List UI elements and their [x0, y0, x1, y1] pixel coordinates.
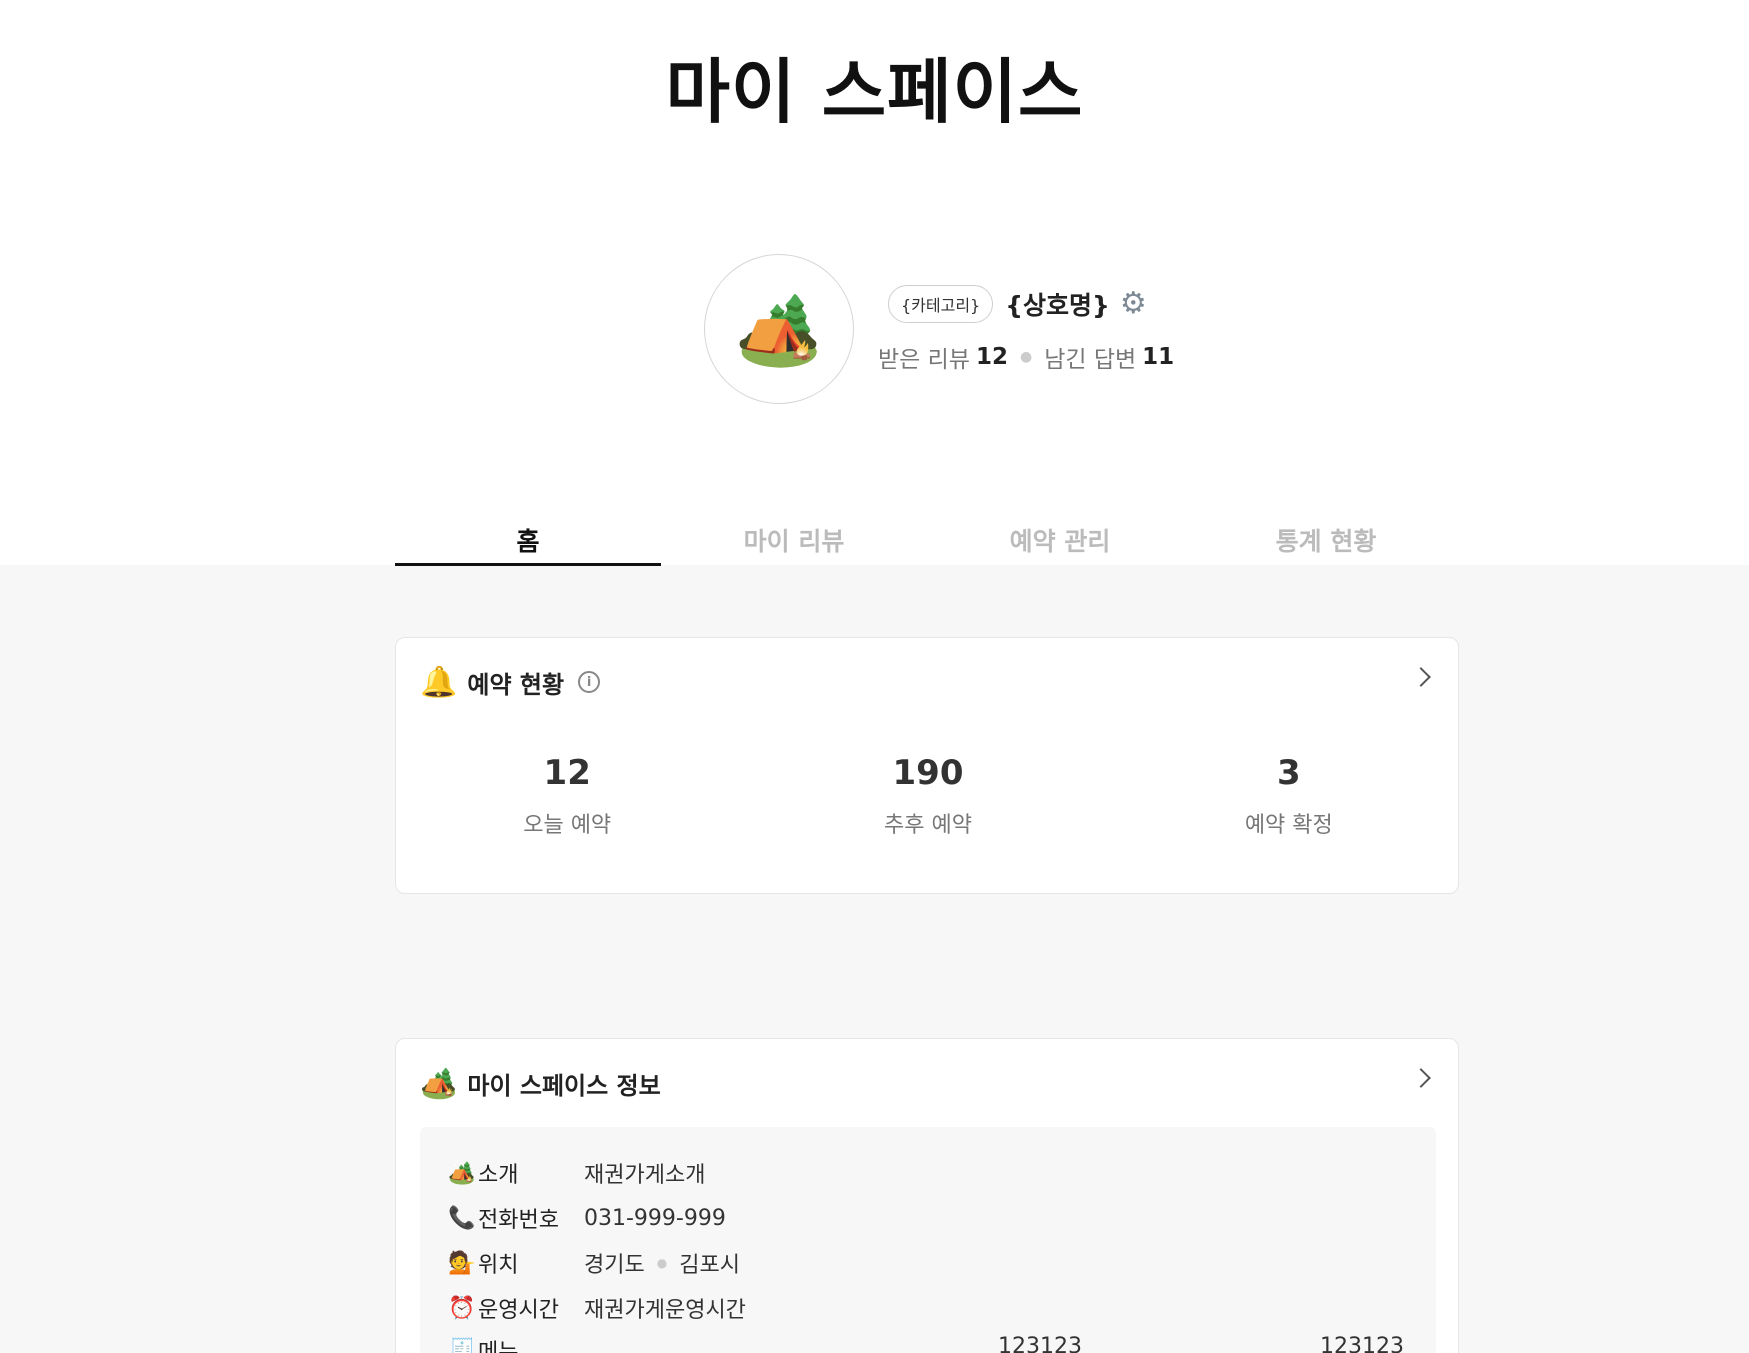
tab-bar: 홈 마이 리뷰 예약 관리 통계 현황: [395, 522, 1459, 566]
tab-my-review[interactable]: 마이 리뷰: [661, 522, 927, 566]
info-value: 031-999-999: [584, 1205, 726, 1231]
stat-upcoming[interactable]: 190 추후 예약: [738, 753, 1117, 839]
menu-price: 123123: [998, 1334, 1082, 1353]
space-info-title: 마이 스페이스 정보: [467, 1071, 661, 1100]
info-icon[interactable]: i: [578, 671, 601, 693]
stat-confirmed[interactable]: 3 예약 확정: [1118, 753, 1460, 839]
alarm-clock-icon: ⏰: [448, 1295, 476, 1321]
info-key: 전화번호: [478, 1208, 559, 1233]
chevron-right-icon[interactable]: [1411, 1068, 1431, 1088]
reservation-card-header: 🔔 예약 현황 i: [420, 662, 601, 702]
reservation-title: 예약 현황: [467, 670, 565, 699]
stat-label: 추후 예약: [884, 813, 972, 838]
bell-icon: 🔔: [420, 664, 458, 700]
space-info-card: 🏕️ 마이 스페이스 정보 🏕️ 소개 재권가게소개 📞 전화번호 031-99…: [395, 1038, 1459, 1353]
profile-stats: 받은 리뷰 12 ● 남긴 답변 11: [878, 340, 1174, 374]
stat-today[interactable]: 12 오늘 예약: [396, 753, 738, 839]
gear-icon[interactable]: ⚙: [1120, 289, 1147, 319]
profile-name-row: {카테고리} {상호명} ⚙: [888, 284, 1147, 324]
info-value: 재권가게소개: [584, 1163, 706, 1188]
reservation-card: 🔔 예약 현황 i 12 오늘 예약 190 추후 예약 3 예약 확정: [395, 637, 1459, 894]
avatar[interactable]: 🏕️: [704, 254, 854, 404]
page: 마이 스페이스 🏕️ {카테고리} {상호명} ⚙ 받은 리뷰 12 ● 남긴 …: [0, 0, 1749, 1353]
dot-separator: ●: [656, 1256, 668, 1270]
category-badge: {카테고리}: [888, 285, 994, 323]
info-row-intro: 🏕️ 소개 재권가게소개: [448, 1157, 705, 1189]
page-title: 마이 스페이스: [665, 51, 1084, 133]
stat-value: 190: [892, 753, 964, 793]
received-reviews-label: 받은 리뷰: [878, 347, 970, 373]
stat-value: 12: [543, 753, 591, 793]
info-key: 메뉴: [478, 1340, 519, 1353]
tab-reservation[interactable]: 예약 관리: [927, 522, 1193, 566]
tab-statistics[interactable]: 통계 현황: [1193, 522, 1459, 566]
reservation-stats: 12 오늘 예약 190 추후 예약 3 예약 확정: [396, 753, 1460, 839]
info-value: 경기도: [584, 1253, 645, 1278]
space-info-header: 🏕️ 마이 스페이스 정보: [420, 1063, 661, 1103]
tab-home[interactable]: 홈: [395, 522, 661, 566]
dot-separator: ●: [1019, 349, 1033, 365]
menu-price-secondary: 123123: [1320, 1334, 1404, 1353]
tent-icon: 🏕️: [420, 1065, 458, 1101]
stat-label: 오늘 예약: [523, 813, 612, 838]
info-key: 소개: [478, 1163, 519, 1188]
info-box: 🏕️ 소개 재권가게소개 📞 전화번호 031-999-999 💁 위치 경기도…: [420, 1127, 1436, 1353]
receipt-icon: 🧾: [448, 1337, 476, 1353]
left-replies-label: 남긴 답변: [1044, 347, 1137, 373]
stat-label: 예약 확정: [1244, 813, 1333, 838]
info-row-menu: 🧾 메뉴 123123 123123: [448, 1334, 1408, 1353]
received-reviews-count: 12: [975, 344, 1008, 370]
person-icon: 💁: [448, 1250, 476, 1276]
left-replies-count: 11: [1142, 344, 1175, 370]
info-value-secondary: 김포시: [679, 1253, 740, 1278]
shop-name: {상호명}: [1005, 291, 1110, 320]
profile-section: 🏕️ {카테고리} {상호명} ⚙ 받은 리뷰 12 ● 남긴 답변 11: [704, 254, 1264, 404]
info-value: 재권가게운영시간: [584, 1298, 746, 1323]
info-key: 운영시간: [478, 1298, 559, 1323]
stat-value: 3: [1276, 753, 1301, 793]
info-row-phone: 📞 전화번호 031-999-999: [448, 1202, 726, 1234]
info-row-hours: ⏰ 운영시간 재권가게운영시간: [448, 1292, 746, 1324]
info-key: 위치: [478, 1253, 519, 1278]
chevron-right-icon[interactable]: [1411, 667, 1431, 687]
phone-icon: 📞: [448, 1205, 476, 1231]
info-row-location: 💁 위치 경기도 ● 김포시: [448, 1247, 740, 1279]
tent-icon: 🏕️: [448, 1160, 476, 1186]
